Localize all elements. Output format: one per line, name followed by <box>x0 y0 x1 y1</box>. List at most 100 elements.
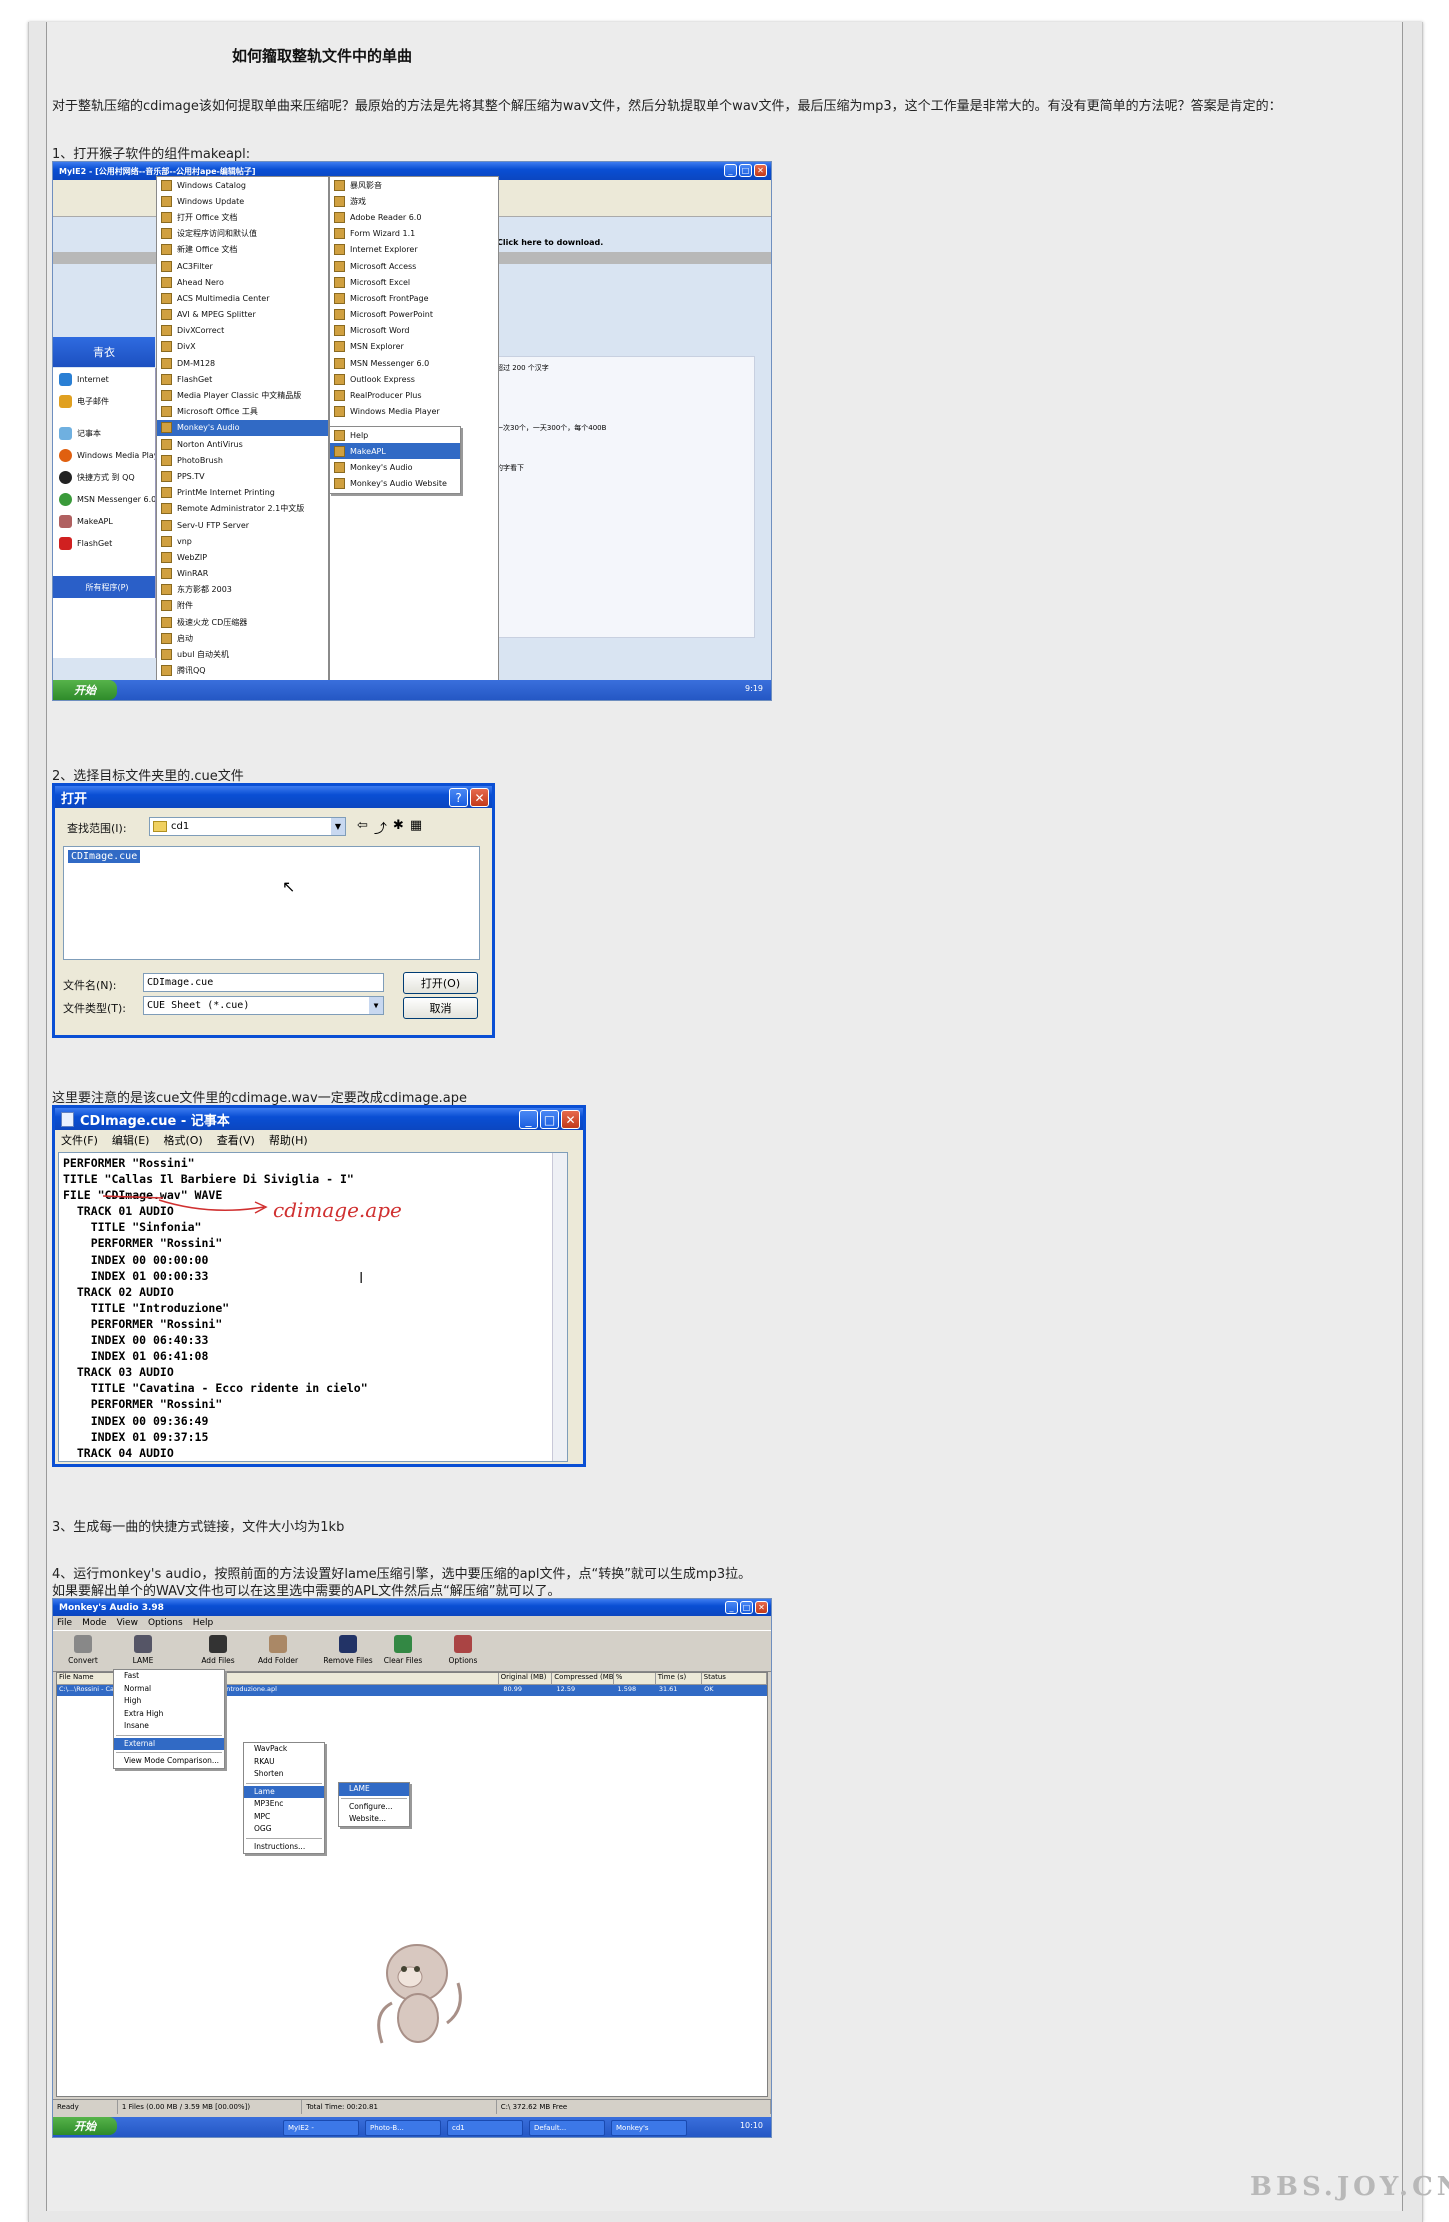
menu-item[interactable]: External <box>114 1737 224 1750</box>
menu-item[interactable]: PPS.TV <box>157 468 328 484</box>
minimize-button[interactable]: _ <box>724 164 737 177</box>
menu-item[interactable]: PhotoBrush <box>157 452 328 468</box>
menu-item[interactable]: File <box>57 1618 72 1628</box>
close-button[interactable]: ✕ <box>561 1110 580 1129</box>
menu-item[interactable]: Outlook Express <box>330 371 498 387</box>
menu-item[interactable]: Instructions... <box>244 1841 324 1854</box>
menu-item[interactable]: 编辑(E) <box>112 1132 150 1148</box>
menu-item[interactable]: Adobe Reader 6.0 <box>330 209 498 225</box>
menu-item[interactable]: 查看(V) <box>217 1132 255 1148</box>
menu-item[interactable]: ACS Multimedia Center <box>157 290 328 306</box>
menu-item[interactable]: vnp <box>157 533 328 549</box>
back-icon[interactable]: ⇦ <box>357 818 368 837</box>
minimize-button[interactable]: _ <box>519 1110 538 1129</box>
column-header[interactable]: Time (s) <box>656 1673 702 1684</box>
menu-item[interactable]: MakeAPL <box>330 443 460 460</box>
menu-item[interactable]: Windows Update <box>157 193 328 209</box>
maximize-button[interactable]: □ <box>540 1110 559 1129</box>
menu-item[interactable]: Microsoft Access <box>330 258 498 274</box>
pinned-item[interactable]: Internet <box>53 368 155 390</box>
all-programs-button[interactable]: 所有程序(P) <box>53 576 155 598</box>
menu-item[interactable]: OGG <box>244 1823 324 1836</box>
menu-item[interactable]: Shorten <box>244 1768 324 1781</box>
menu-item[interactable]: Monkey's Audio <box>157 419 328 436</box>
menu-item[interactable]: Mode <box>82 1618 107 1628</box>
pinned-item[interactable]: 电子邮件 <box>53 390 155 412</box>
menu-item[interactable]: 文件(F) <box>61 1132 98 1148</box>
open-button[interactable]: 打开(O) <box>403 972 478 994</box>
menu-item[interactable]: 设定程序访问和默认值 <box>157 226 328 242</box>
menu-item[interactable]: Normal <box>114 1683 224 1696</box>
toolbar-button[interactable]: Add Folder <box>248 1635 308 1665</box>
notepad-text-area[interactable]: PERFORMER "Rossini" TITLE "Callas Il Barb… <box>58 1152 568 1462</box>
toolbar-button[interactable]: Add Files <box>188 1635 248 1665</box>
taskbar-item[interactable]: Monkey's <box>611 2120 687 2136</box>
menu-item[interactable]: 游戏 <box>330 193 498 209</box>
menu-item[interactable]: Microsoft Excel <box>330 274 498 290</box>
menu-item[interactable]: Extra High <box>114 1708 224 1721</box>
taskbar-item[interactable]: cd1 <box>447 2120 523 2136</box>
menu-item[interactable]: ubul 自动关机 <box>157 646 328 662</box>
column-header[interactable]: Compressed (MB) <box>552 1673 614 1684</box>
menu-item[interactable]: View Mode Comparison... <box>114 1755 224 1768</box>
menu-item[interactable]: AC3Filter <box>157 258 328 274</box>
start-button[interactable]: 开始 <box>53 2117 117 2135</box>
menu-item[interactable]: 极速火龙 CD压缩器 <box>157 614 328 630</box>
scrollbar[interactable] <box>552 1153 567 1461</box>
new-folder-icon[interactable]: ✱ <box>393 818 404 837</box>
menu-item[interactable]: WebZIP <box>157 549 328 565</box>
menu-item[interactable]: Remote Administrator 2.1中文版 <box>157 501 328 517</box>
taskbar-item[interactable]: MyIE2 - <box>283 2120 359 2136</box>
view-menu-icon[interactable]: ▦ <box>410 818 422 837</box>
taskbar-item[interactable]: Default... <box>529 2120 605 2136</box>
menu-item[interactable]: 帮助(H) <box>269 1132 308 1148</box>
menu-item[interactable]: 启动 <box>157 630 328 646</box>
menu-item[interactable]: RKAU <box>244 1756 324 1769</box>
filename-input[interactable]: CDImage.cue <box>143 973 384 992</box>
start-button[interactable]: 开始 <box>53 680 117 700</box>
toolbar-button[interactable]: Clear Files <box>373 1635 433 1665</box>
menu-item[interactable]: Media Player Classic 中文精品版 <box>157 387 328 403</box>
toolbar-button[interactable]: Convert <box>53 1635 113 1665</box>
menu-item[interactable]: Internet Explorer <box>330 242 498 258</box>
close-button[interactable]: ✕ <box>754 164 767 177</box>
column-header[interactable]: Original (MB) <box>499 1673 553 1684</box>
menu-item[interactable]: High <box>114 1695 224 1708</box>
menu-item[interactable]: MSN Messenger 6.0 <box>330 355 498 371</box>
pinned-item[interactable]: 记事本 <box>53 422 155 444</box>
cancel-button[interactable]: 取消 <box>403 997 478 1019</box>
pinned-item[interactable]: FlashGet <box>53 532 155 554</box>
menu-item[interactable]: Form Wizard 1.1 <box>330 226 498 242</box>
menu-item[interactable]: Website... <box>339 1813 409 1826</box>
menu-item[interactable]: Norton AntiVirus <box>157 436 328 452</box>
column-header[interactable]: Status <box>702 1673 768 1684</box>
menu-item[interactable]: Microsoft Office 工具 <box>157 404 328 420</box>
menu-item[interactable]: AVI & MPEG Splitter <box>157 307 328 323</box>
pinned-item[interactable]: Windows Media Player <box>53 444 155 466</box>
taskbar-item[interactable]: Photo-B... <box>365 2120 441 2136</box>
menu-item[interactable]: Windows Media Player <box>330 404 498 420</box>
menu-item[interactable]: Help <box>330 427 460 443</box>
menu-item[interactable]: 暴风影音 <box>330 177 498 193</box>
close-button[interactable]: ✕ <box>470 788 489 807</box>
menu-item[interactable]: Microsoft FrontPage <box>330 290 498 306</box>
menu-item[interactable]: View <box>117 1618 138 1628</box>
menu-item[interactable]: WavPack <box>244 1743 324 1756</box>
menu-item[interactable]: LAME <box>339 1783 409 1796</box>
pinned-item[interactable]: MSN Messenger 6.0 <box>53 488 155 510</box>
maximize-button[interactable]: □ <box>739 164 752 177</box>
menu-item[interactable]: 附件 <box>157 598 328 614</box>
minimize-button[interactable]: _ <box>725 1601 738 1614</box>
menu-item[interactable]: Serv-U FTP Server <box>157 517 328 533</box>
menu-item[interactable]: Fast <box>114 1670 224 1683</box>
menu-item[interactable]: Help <box>193 1618 214 1628</box>
menu-item[interactable]: Lame <box>244 1785 324 1798</box>
menu-item[interactable]: MP3Enc <box>244 1798 324 1811</box>
menu-item[interactable]: DM-M128 <box>157 355 328 371</box>
menu-item[interactable]: Monkey's Audio <box>330 459 460 475</box>
menu-item[interactable]: 腾讯QQ <box>157 663 328 679</box>
toolbar-button[interactable]: Options <box>433 1635 493 1665</box>
filetype-select[interactable]: CUE Sheet (*.cue) ▼ <box>143 996 384 1015</box>
menu-item[interactable]: 格式(O) <box>163 1132 202 1148</box>
menu-item[interactable]: MSN Explorer <box>330 339 498 355</box>
